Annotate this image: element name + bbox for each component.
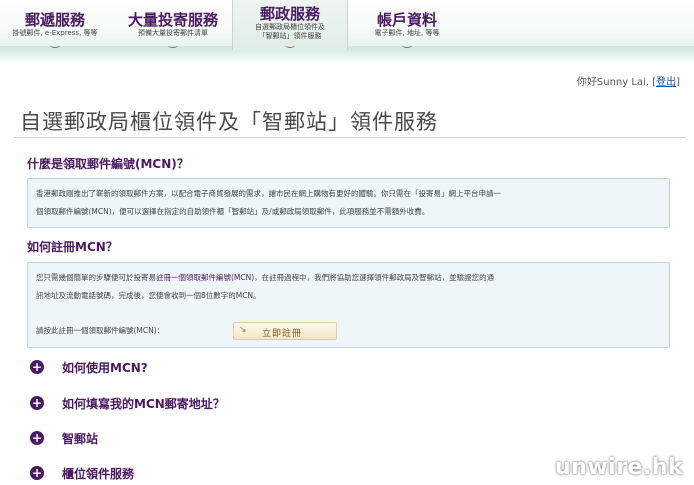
register-mcn-link[interactable]: 註冊一個領取郵件編號(MCN) (156, 273, 254, 282)
plus-icon: + (30, 431, 44, 445)
chevron-down-icon (402, 43, 412, 48)
register-now-label: 立即註冊 (262, 329, 303, 339)
nav-item-bulk-posting[interactable]: 大量投寄服務 預備大量投寄郵件清單 (120, 0, 226, 50)
chevron-down-icon (50, 43, 60, 48)
nav-item-title: 帳戶資料 (376, 11, 437, 29)
info-text-line: 個領取郵件編號(MCN)，便可以選擇在指定的自助領件櫃「智郵站」及/或郵政局領取… (36, 207, 430, 216)
chevron-down-icon (285, 43, 295, 48)
nav-item-title: 郵政服務 (259, 5, 320, 23)
plus-icon: + (30, 466, 44, 480)
section-title-what-is-mcn: 什麼是領取郵件編號(MCN)？ (27, 157, 189, 171)
chevron-down-icon (168, 43, 178, 48)
accordion-label: 櫃位領件服務 (62, 467, 135, 481)
info-text: 您只需幾個簡單的步驟便可於投寄易 (36, 273, 156, 282)
section-title-register-mcn: 如何註冊MCN？ (27, 240, 118, 254)
plus-icon: + (30, 360, 44, 374)
info-text-line: 訊地址及流動電話號碼，完成後，您便會收到一個8位數字的MCN。 (36, 291, 261, 300)
arrow-down-right-icon: ↘ (239, 325, 247, 335)
info-text-line: 您只需幾個簡單的步驟便可於投寄易註冊一個領取郵件編號(MCN)，在註冊過程中，我… (36, 270, 661, 286)
nav-item-subtitle: 自選郵政局櫃位領件及 (255, 23, 325, 31)
nav-item-mail-services[interactable]: 郵遞服務 掛號郵件, e-Express, 等等 (0, 0, 110, 50)
register-now-button[interactable]: ↘ 立即註冊 (233, 322, 337, 340)
user-greeting: 你好Sunny Lai. [登出] (577, 73, 680, 88)
nav-item-account-info[interactable]: 帳戶資料 電子郵件, 地址, 等等 (352, 0, 462, 50)
nav-item-subtitle: 預備大量投寄郵件清單 (138, 29, 208, 37)
info-box-what-is-mcn: 香港郵政剛推出了嶄新的領取郵件方案，以配合電子商貿發展的需求，讓市民在網上購物有… (27, 178, 670, 228)
greeting-bracket: ] (676, 77, 680, 88)
nav-item-subtitle: 掛號郵件, e-Express, 等等 (12, 29, 98, 37)
nav-item-subtitle: 電子郵件, 地址, 等等 (374, 29, 440, 37)
accordion-label: 智郵站 (62, 432, 99, 446)
nav-item-subtitle: 「智郵站」領件服務 (258, 32, 322, 40)
watermark: unwire.hk (555, 455, 684, 480)
accordion-label: 如何填寫我的MCN郵寄地址？ (62, 397, 225, 411)
title-divider (14, 137, 686, 138)
page-title: 自選郵政局櫃位領件及「智郵站」領件服務 (20, 110, 438, 134)
info-text-line: 香港郵政剛推出了嶄新的領取郵件方案，以配合電子商貿發展的需求，讓市民在網上購物有… (36, 189, 501, 198)
plus-icon: + (30, 396, 44, 410)
info-text: ，在註冊過程中，我們將協助您選擇領件郵政局及智郵站，並驗證您的通 (254, 273, 495, 282)
nav-item-title: 大量投寄服務 (127, 11, 218, 29)
nav-item-title: 郵遞服務 (24, 11, 85, 29)
info-box-register-mcn: 您只需幾個簡單的步驟便可於投寄易註冊一個領取郵件編號(MCN)，在註冊過程中，我… (27, 262, 670, 348)
nav-item-postal-services[interactable]: 郵政服務 自選郵政局櫃位領件及 「智郵站」領件服務 (232, 0, 348, 50)
register-prompt: 請按此註冊一個領取郵件編號(MCN)： (36, 326, 165, 335)
logout-link[interactable]: 登出 (656, 77, 676, 88)
accordion-label: 如何使用MCN? (62, 361, 148, 375)
greeting-text: 你好Sunny Lai. [ (576, 77, 657, 88)
